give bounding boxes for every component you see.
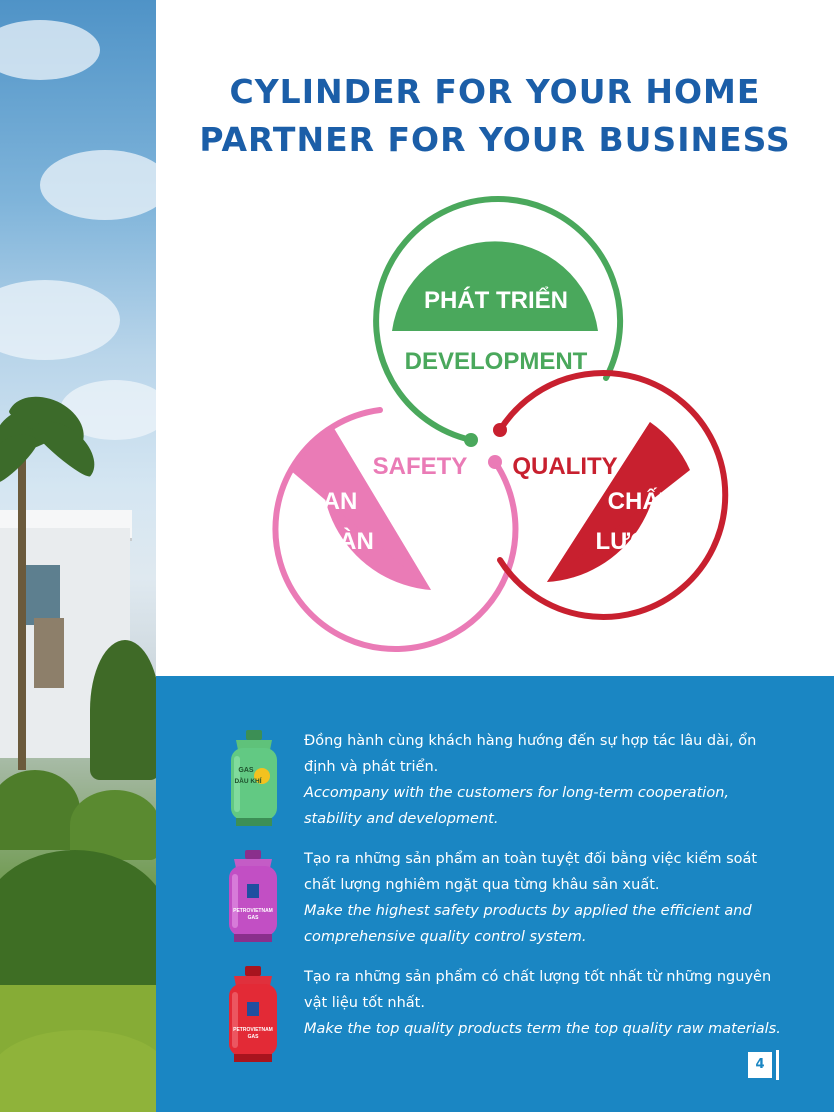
red-gas-cylinder-icon: PETROVIETNAM GAS — [229, 966, 277, 1062]
safety-vn-label-line2: TOÀN — [306, 527, 374, 555]
commitment-en-text: Make the highest safety products by appl… — [304, 903, 752, 945]
development-circle — [373, 196, 624, 447]
commitment-en-text: Accompany with the customers for long-te… — [304, 785, 729, 827]
cylinder-label-line2: GAS — [248, 915, 260, 921]
commitment-vn-text: Đồng hành cùng khách hàng hướng đến sự h… — [304, 733, 757, 775]
cylinder-label-line1: PETROVIETNAM — [233, 1027, 273, 1033]
safety-vn-label-line1: AN — [323, 488, 358, 515]
commitment-item-3: Tạo ra những sản phẩm có chất lượng tốt … — [304, 964, 784, 1042]
commitment-item-2: Tạo ra những sản phẩm an toàn tuyệt đối … — [304, 846, 784, 950]
development-vn-label: PHÁT TRIỂN — [424, 286, 568, 314]
cylinder-label-line2: GAS — [248, 1034, 260, 1040]
commitment-en-text: Make the top quality products term the t… — [304, 1021, 781, 1037]
page-number: 4 — [748, 1052, 772, 1078]
green-gas-cylinder-icon: GAS DẦU KHÍ — [231, 730, 277, 826]
commitment-item-1: Đồng hành cùng khách hàng hướng đến sự h… — [304, 728, 784, 832]
cylinder-label-line1: PETROVIETNAM — [233, 908, 273, 914]
cylinder-label-line1: GAS — [238, 767, 254, 774]
development-en-label: DEVELOPMENT — [405, 348, 588, 375]
quality-vn-label-line1: CHẤT — [608, 487, 675, 515]
purple-gas-cylinder-icon: PETROVIETNAM GAS — [229, 850, 277, 942]
commitment-vn-text: Tạo ra những sản phẩm an toàn tuyệt đối … — [304, 851, 758, 893]
quality-en-label: QUALITY — [512, 453, 617, 480]
page-number-divider — [776, 1050, 779, 1080]
quality-vn-label-line2: LƯỢNG — [595, 528, 686, 555]
values-diagram: PHÁT TRIỂN DEVELOPMENT SAFETY AN TOÀN QU… — [272, 196, 729, 652]
safety-en-label: SAFETY — [373, 453, 468, 480]
commitment-vn-text: Tạo ra những sản phẩm có chất lượng tốt … — [304, 969, 772, 1011]
